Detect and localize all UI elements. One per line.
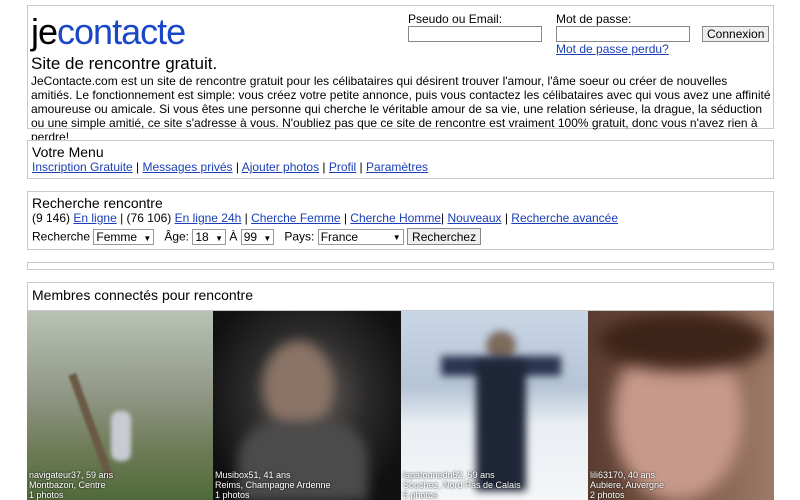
age-from-select[interactable]: 18 ▼ [192, 229, 226, 246]
search-links: (9 146) En ligne | (76 106) En ligne 24h… [32, 211, 619, 225]
member-location: Montbazon, Centre [29, 480, 106, 490]
online-count: (9 146) [32, 211, 71, 225]
pseudo-label: Pseudo ou Email: [408, 12, 503, 26]
menu-item-messages[interactable]: Messages privés [143, 160, 233, 174]
member-photo-hair [598, 311, 768, 371]
member-location: Aubiere, Auvergne [590, 480, 665, 490]
recherche-avancee-link[interactable]: Recherche avancée [511, 211, 618, 225]
member-name: lapatounedu62, 59 ans [403, 470, 495, 480]
member-card[interactable]: lapatounedu62, 59 ans Souchez, Nord Pas … [401, 311, 588, 500]
member-photo-count: 2 photos [590, 490, 625, 500]
menu-title: Votre Menu [32, 144, 104, 160]
menu-item-inscription[interactable]: Inscription Gratuite [32, 160, 133, 174]
member-photo-face [263, 341, 333, 431]
member-location: Souchez, Nord Pas de Calais [403, 480, 521, 490]
online24-link[interactable]: En ligne 24h [175, 211, 242, 225]
chevron-down-icon: ▼ [143, 234, 152, 244]
member-caption: navigateur37, 59 ans Montbazon, Centre 1… [29, 470, 113, 500]
members-photos: navigateur37, 59 ans Montbazon, Centre 1… [27, 311, 774, 500]
recherchez-button[interactable]: Recherchez [407, 228, 482, 245]
search-box: Recherche rencontre (9 146) En ligne | (… [27, 191, 774, 250]
pseudo-input[interactable] [408, 26, 542, 42]
search-title: Recherche rencontre [32, 195, 163, 211]
header-box: jecontacte Site de rencontre gratuit. Ps… [27, 5, 774, 144]
a-label: À [229, 229, 238, 244]
member-card[interactable]: navigateur37, 59 ans Montbazon, Centre 1… [27, 311, 213, 500]
menu-box: Votre Menu Inscription Gratuite | Messag… [27, 140, 774, 179]
connexion-button[interactable]: Connexion [702, 26, 770, 42]
forgot-password-link[interactable]: Mot de passe perdu? [556, 42, 669, 56]
member-caption: lapatounedu62, 59 ans Souchez, Nord Pas … [403, 470, 521, 500]
member-card[interactable]: lili63170, 40 ans Aubiere, Auvergne 2 ph… [588, 311, 774, 500]
members-title: Membres connectés pour rencontre [32, 287, 253, 303]
recherche-label: Recherche [32, 229, 91, 244]
gender-select[interactable]: Femme ▼ [93, 229, 155, 246]
member-name: Musibox51, 41 ans [215, 470, 291, 480]
age-to-select[interactable]: 99 ▼ [240, 229, 275, 246]
member-photo-figure [111, 411, 131, 461]
member-location: Reims, Champagne Ardenne [215, 480, 331, 490]
chevron-down-icon: ▼ [392, 233, 401, 243]
chevron-down-icon: ▼ [215, 234, 223, 244]
search-form: Recherche Femme ▼ Âge: 18 ▼ À 99 ▼ Pays:… [32, 228, 769, 246]
menu-item-photos[interactable]: Ajouter photos [242, 160, 319, 174]
menu-item-profil[interactable]: Profil [329, 160, 356, 174]
pays-label: Pays: [284, 229, 315, 244]
menu-links: Inscription Gratuite | Messages privés |… [32, 160, 429, 174]
site-tagline: Site de rencontre gratuit. [31, 54, 218, 73]
cherche-homme-link[interactable]: Cherche Homme [350, 211, 441, 225]
member-caption: lili63170, 40 ans Aubiere, Auvergne 2 ph… [590, 470, 664, 500]
cherche-femme-link[interactable]: Cherche Femme [251, 211, 340, 225]
country-select[interactable]: France ▼ [317, 229, 404, 246]
member-photo-count: 5 photos [403, 490, 438, 500]
age-label: Âge: [164, 229, 190, 244]
nouveaux-link[interactable]: Nouveaux [447, 211, 501, 225]
menu-item-parametres[interactable]: Paramètres [366, 160, 428, 174]
password-input[interactable] [556, 26, 690, 42]
password-label: Mot de passe: [556, 12, 632, 26]
member-name: navigateur37, 59 ans [29, 470, 114, 480]
member-name: lili63170, 40 ans [590, 470, 656, 480]
empty-banner [27, 262, 774, 270]
online24-count: (76 106) [126, 211, 172, 225]
members-box: Membres connectés pour rencontre [27, 282, 774, 311]
member-photo-pole [68, 372, 114, 480]
intro-text: JeContacte.com est un site de rencontre … [31, 74, 771, 144]
site-logo[interactable]: jecontacte [31, 10, 186, 54]
member-caption: Musibox51, 41 ans Reims, Champagne Arden… [215, 470, 331, 500]
member-card[interactable]: Musibox51, 41 ans Reims, Champagne Arden… [213, 311, 401, 500]
member-photo-count: 1 photos [29, 490, 64, 500]
chevron-down-icon: ▼ [263, 234, 272, 244]
member-photo-count: 1 photos [215, 490, 250, 500]
online-link[interactable]: En ligne [73, 211, 116, 225]
